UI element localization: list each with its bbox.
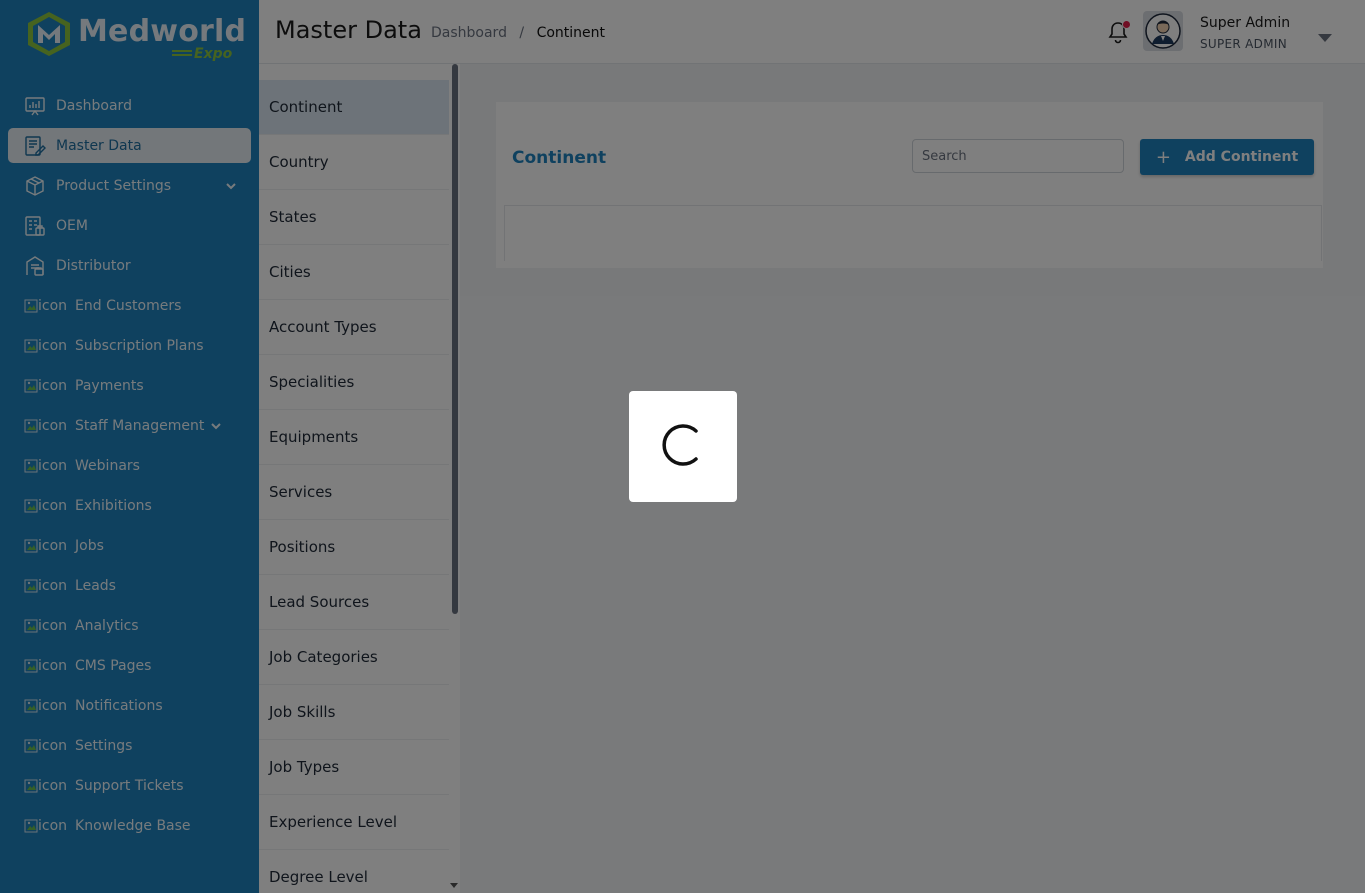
loading-overlay	[0, 0, 1365, 893]
spinner-icon	[662, 424, 698, 466]
loader-dialog	[629, 391, 737, 502]
